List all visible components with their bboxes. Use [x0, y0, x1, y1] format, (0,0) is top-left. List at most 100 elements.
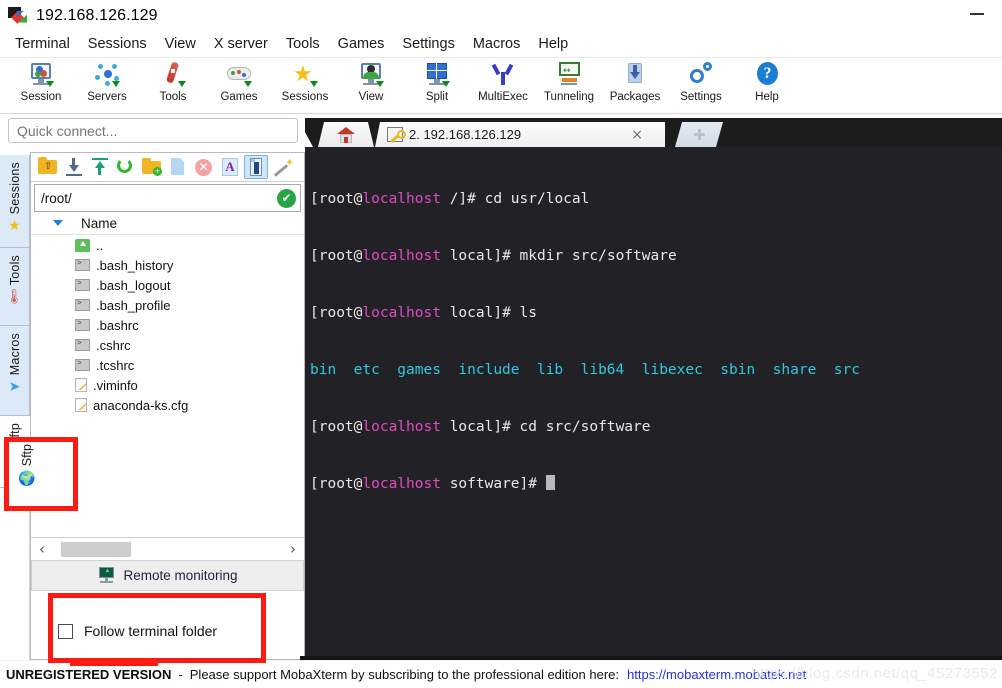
- toolbar-button-session[interactable]: Session: [8, 61, 74, 103]
- sidebar-tab-label: Sessions: [7, 162, 22, 215]
- sessions-star-icon: ★: [291, 61, 319, 88]
- terminal-output[interactable]: [root@localhost /]# cd usr/local [root@l…: [305, 147, 1002, 660]
- toolbar-label: Sessions: [281, 91, 329, 103]
- sftp-column-header[interactable]: Name: [31, 212, 304, 235]
- toolbar-button-games[interactable]: Games: [206, 61, 272, 103]
- list-item[interactable]: .viminfo: [31, 375, 304, 395]
- column-header-name: Name: [81, 215, 118, 231]
- toolbar-label: MultiExec: [478, 91, 528, 103]
- unregistered-version-label: UNREGISTERED VERSION: [6, 667, 172, 682]
- sidebar-tab-label: Tools: [7, 255, 22, 286]
- file-name: ..: [96, 237, 104, 253]
- menu-item-tools[interactable]: Tools: [277, 33, 329, 55]
- tunneling-icon: ↔: [555, 61, 583, 88]
- terminal-line: [root@localhost local]# cd src/software: [310, 419, 651, 435]
- parent-folder-icon[interactable]: ⇧: [36, 155, 60, 179]
- terminal-line: bin etc games include lib lib64 libexec …: [310, 362, 860, 378]
- toolbar-button-view[interactable]: View: [338, 61, 404, 103]
- sidebar-tab-label: Macros: [7, 333, 22, 376]
- refresh-icon[interactable]: [114, 155, 138, 179]
- scrollbar-track[interactable]: [53, 541, 282, 557]
- sftp-path-bar[interactable]: /root/ ✔: [34, 184, 301, 212]
- terminal-line-current: [root@localhost software]#: [310, 475, 1002, 494]
- list-item[interactable]: .bash_profile: [31, 295, 304, 315]
- list-item[interactable]: anaconda-ks.cfg: [31, 395, 304, 415]
- download-icon[interactable]: [62, 155, 86, 179]
- separator-dash: -: [178, 667, 183, 682]
- tools-icon: [159, 61, 187, 88]
- new-folder-icon[interactable]: +: [140, 155, 164, 179]
- file-name: .viminfo: [93, 377, 138, 393]
- sidebar-tab-macros[interactable]: Macros ➤: [0, 326, 30, 416]
- scrollbar-thumb[interactable]: [61, 541, 131, 557]
- close-icon[interactable]: ×: [631, 127, 643, 143]
- file-name: anaconda-ks.cfg: [93, 397, 189, 413]
- terminal-drive-icon[interactable]: [244, 155, 268, 179]
- toolbar-label: Session: [20, 91, 62, 103]
- menu-item-settings[interactable]: Settings: [393, 33, 463, 55]
- list-item[interactable]: .cshrc: [31, 335, 304, 355]
- new-file-icon[interactable]: [166, 155, 190, 179]
- scroll-left-icon[interactable]: ‹: [31, 540, 53, 558]
- magic-wand-icon[interactable]: ✦: [270, 155, 294, 179]
- sort-descending-icon[interactable]: [53, 220, 63, 226]
- toolbar-button-servers[interactable]: Servers: [74, 61, 140, 103]
- support-message: Please support MobaXterm by subscribing …: [189, 667, 620, 682]
- terminal-cursor: [545, 475, 555, 490]
- quick-connect-input[interactable]: [8, 118, 298, 143]
- toolbar-label: View: [358, 91, 384, 103]
- list-item[interactable]: .bash_logout: [31, 275, 304, 295]
- toolbar-button-settings[interactable]: Settings: [668, 61, 734, 103]
- toolbar-button-tools[interactable]: Tools: [140, 61, 206, 103]
- follow-terminal-folder-overlay[interactable]: Follow terminal folder: [58, 618, 217, 644]
- sftp-path-value: /root/: [41, 190, 72, 206]
- list-item[interactable]: .bash_history: [31, 255, 304, 275]
- file-name: .bashrc: [96, 317, 139, 333]
- view-icon: [357, 61, 385, 88]
- sidebar-tab-tools[interactable]: Tools 🌡: [0, 248, 30, 326]
- terminal-area: 2. 192.168.126.129 × [root@localhost /]#…: [305, 118, 1002, 660]
- key-icon: [387, 127, 406, 142]
- sidebar-tab-sftp-overlay[interactable]: Sftp 🌍: [12, 444, 42, 504]
- delete-icon[interactable]: ✕: [192, 155, 216, 179]
- remote-monitoring-label: Remote monitoring: [123, 568, 238, 583]
- horizontal-scrollbar[interactable]: ‹ ›: [31, 537, 304, 559]
- menu-item-terminal[interactable]: Terminal: [6, 33, 79, 55]
- toolbar-label: Tunneling: [543, 91, 595, 103]
- remote-monitoring-row[interactable]: Remote monitoring: [31, 560, 304, 591]
- toolbar-label: Games: [220, 91, 258, 103]
- globe-icon: 🌍: [18, 470, 36, 487]
- menu-item-help[interactable]: Help: [529, 33, 577, 55]
- text-file-icon: [75, 378, 87, 392]
- minimize-icon[interactable]: [970, 13, 984, 15]
- list-item[interactable]: ..: [31, 235, 304, 255]
- thermometer-icon: 🌡: [5, 288, 24, 305]
- new-tab-button[interactable]: [675, 122, 723, 147]
- list-item[interactable]: .bashrc: [31, 315, 304, 335]
- menu-item-sessions[interactable]: Sessions: [79, 33, 156, 55]
- follow-terminal-folder-label: Follow terminal folder: [84, 623, 218, 639]
- toolbar-button-help[interactable]: ? Help: [734, 61, 800, 103]
- menu-item-view[interactable]: View: [156, 33, 205, 55]
- menu-item-x-server[interactable]: X server: [205, 33, 277, 55]
- file-name: .bash_logout: [96, 277, 171, 293]
- toolbar-button-sessions[interactable]: ★ Sessions: [272, 61, 338, 104]
- tab-session-192-168-126-129[interactable]: 2. 192.168.126.129 ×: [375, 122, 665, 147]
- toolbar-button-split[interactable]: Split: [404, 61, 470, 103]
- toolbar-button-multiexec[interactable]: MultiExec: [470, 61, 536, 103]
- toolbar-label: Packages: [609, 91, 661, 103]
- menu-item-macros[interactable]: Macros: [464, 33, 530, 55]
- follow-terminal-folder-checkbox[interactable]: [58, 623, 73, 639]
- help-question-icon: ?: [753, 61, 781, 88]
- sftp-browser-panel: ⇧ + ✕ A ✦ /root/ ✔ Name .. > .bash_histo…: [30, 152, 305, 660]
- menu-item-games[interactable]: Games: [329, 33, 394, 55]
- upload-icon[interactable]: [88, 155, 112, 179]
- tab-home[interactable]: [318, 122, 374, 147]
- paper-plane-icon: ➤: [8, 378, 21, 395]
- scroll-right-icon[interactable]: ›: [282, 540, 304, 558]
- text-edit-icon[interactable]: A: [218, 155, 242, 179]
- list-item[interactable]: .tcshrc: [31, 355, 304, 375]
- toolbar-button-packages[interactable]: Packages: [602, 61, 668, 103]
- sidebar-tab-sessions[interactable]: Sessions ★: [0, 155, 30, 248]
- toolbar-button-tunneling[interactable]: ↔ Tunneling: [536, 61, 602, 103]
